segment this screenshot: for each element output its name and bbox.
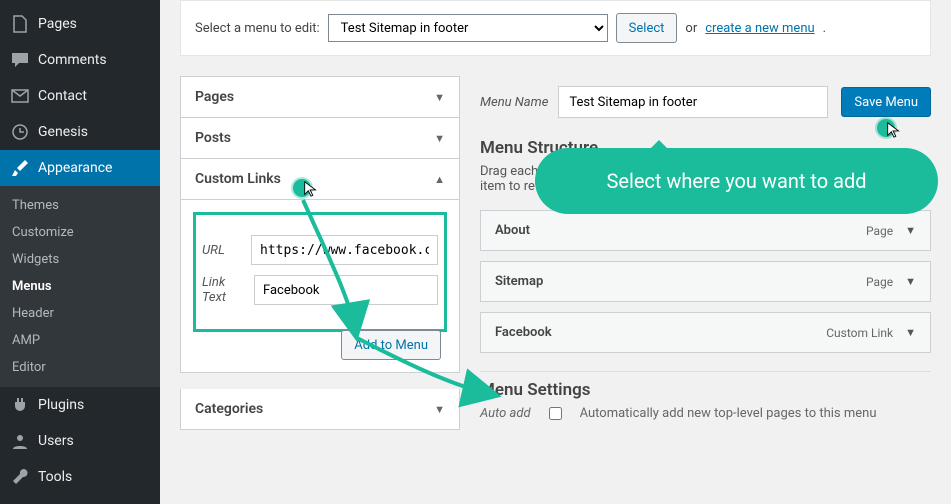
chevron-down-icon[interactable]: ▼: [905, 224, 916, 237]
chevron-down-icon[interactable]: ▼: [905, 326, 916, 339]
select-button[interactable]: Select: [616, 13, 678, 43]
cursor-icon: [302, 180, 320, 198]
menu-item-type: Custom Link: [826, 326, 893, 340]
url-input[interactable]: [251, 235, 438, 265]
sidebar-item-contact[interactable]: Contact: [0, 78, 160, 114]
sidebar-submenu: Themes Customize Widgets Menus Header AM…: [0, 186, 160, 387]
sidebar-item-tools[interactable]: Tools: [0, 459, 160, 495]
accordion-categories[interactable]: Categories ▼: [180, 389, 460, 430]
chevron-down-icon: ▼: [434, 132, 445, 145]
cursor-icon: [885, 121, 903, 139]
comment-icon: [10, 50, 30, 70]
user-icon: [10, 431, 30, 451]
menu-editor-column: Menu Name Save Menu Menu Structure Drag …: [480, 76, 931, 421]
sidebar-item-pages[interactable]: Pages: [0, 6, 160, 42]
accordion-posts[interactable]: Posts ▼: [180, 118, 460, 159]
menu-item[interactable]: Facebook Custom Link ▼: [480, 312, 931, 353]
sidebar-item-users[interactable]: Users: [0, 423, 160, 459]
menu-item-label: About: [495, 223, 530, 238]
sidebar-item-label: Tools: [38, 469, 72, 485]
custom-link-form: URL Link Text: [193, 212, 447, 332]
menu-name-label: Menu Name: [480, 95, 548, 110]
auto-add-desc: Automatically add new top-level pages to…: [580, 406, 877, 421]
accordion-pages[interactable]: Pages ▼: [180, 76, 460, 118]
sidebar-item-label: Genesis: [38, 124, 88, 140]
accordion-custom-links: Custom Links▲ URL Link Text Add to M: [180, 159, 460, 373]
sidebar-item-label: Users: [38, 433, 74, 449]
menu-item-type: Page: [866, 224, 893, 238]
mail-icon: [10, 86, 30, 106]
submenu-themes[interactable]: Themes: [0, 192, 160, 219]
picker-label: Select a menu to edit:: [195, 21, 320, 36]
or-text: or: [685, 21, 697, 36]
sidebar-item-appearance[interactable]: Appearance: [0, 150, 160, 186]
menu-settings-heading: Menu Settings: [480, 380, 931, 400]
chevron-up-icon: ▲: [434, 173, 445, 186]
menu-name-input[interactable]: [558, 86, 828, 118]
accordion-title: Pages: [195, 89, 234, 105]
menu-item-label: Sitemap: [495, 274, 543, 289]
sidebar-item-label: Pages: [38, 16, 77, 32]
menu-structure-desc: Drag each item into the order you prefer…: [480, 164, 931, 194]
submenu-amp[interactable]: AMP: [0, 327, 160, 354]
menu-structure-heading: Menu Structure: [480, 138, 931, 158]
add-to-menu-button[interactable]: Add to Menu: [341, 330, 441, 360]
url-label: URL: [202, 243, 243, 258]
sidebar-item-label: Comments: [38, 52, 107, 68]
accordion-title: Custom Links: [195, 171, 281, 187]
accordion-title: Categories: [195, 401, 263, 417]
separator: [480, 371, 931, 372]
auto-add-label: Auto add: [480, 406, 531, 421]
auto-add-checkbox[interactable]: [549, 407, 562, 420]
save-menu-button[interactable]: Save Menu: [841, 87, 931, 117]
brush-icon: [10, 158, 30, 178]
menu-item[interactable]: About Page ▼: [480, 210, 931, 251]
sidebar-item-label: Contact: [38, 88, 87, 104]
accordion-header[interactable]: Custom Links ▲: [181, 159, 459, 200]
menu-picker-bar: Select a menu to edit: Test Sitemap in f…: [180, 0, 931, 56]
sidebar-item-plugins[interactable]: Plugins: [0, 387, 160, 423]
sidebar-item-genesis[interactable]: Genesis: [0, 114, 160, 150]
menu-item-label: Facebook: [495, 325, 552, 340]
genesis-icon: [10, 122, 30, 142]
submenu-editor[interactable]: Editor: [0, 354, 160, 381]
link-text-label: Link Text: [202, 275, 246, 305]
sidebar-item-label: Plugins: [38, 397, 84, 413]
accordion-title: Posts: [195, 130, 231, 146]
admin-sidebar: Pages Comments Contact Genesis Appearanc…: [0, 0, 160, 504]
link-text-input[interactable]: [254, 275, 438, 305]
chevron-down-icon: ▼: [434, 403, 445, 416]
accordion-column: Pages ▼ Posts ▼ Custom Links ▲ URL Link Tex…: [180, 76, 460, 430]
chevron-down-icon[interactable]: ▼: [905, 275, 916, 288]
page-icon: [10, 14, 30, 34]
sidebar-item-label: Appearance: [38, 160, 112, 176]
create-menu-link[interactable]: create a new menu: [705, 21, 814, 36]
menu-item-type: Page: [866, 275, 893, 289]
submenu-header[interactable]: Header: [0, 300, 160, 327]
sidebar-item-comments[interactable]: Comments: [0, 42, 160, 78]
menu-item[interactable]: Sitemap Page ▼: [480, 261, 931, 302]
menu-select[interactable]: Test Sitemap in footer: [328, 14, 608, 42]
chevron-down-icon: ▼: [434, 91, 445, 104]
plug-icon: [10, 395, 30, 415]
submenu-widgets[interactable]: Widgets: [0, 246, 160, 273]
submenu-customize[interactable]: Customize: [0, 219, 160, 246]
main-content: Select a menu to edit: Test Sitemap in f…: [160, 0, 951, 504]
submenu-menus[interactable]: Menus: [0, 273, 160, 300]
wrench-icon: [10, 467, 30, 487]
